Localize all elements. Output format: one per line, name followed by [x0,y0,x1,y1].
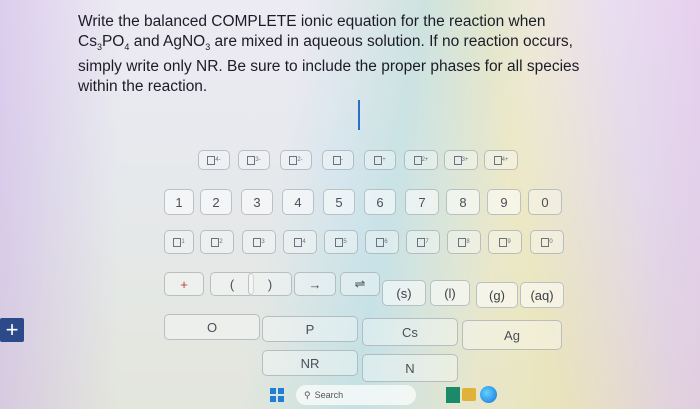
nr-key[interactable]: NR [262,350,358,376]
box-icon [376,237,385,247]
digit-key-7[interactable]: 7 [405,189,439,215]
box-icon [413,155,422,165]
box-icon [541,237,550,247]
plus-key[interactable]: + [164,272,204,296]
phase-liquid-key[interactable]: (l) [430,280,470,306]
box-icon [417,237,426,247]
charge-key-3plus[interactable]: 3+ [444,150,478,170]
subscript-key-1[interactable]: 1 [164,230,194,254]
charge-key-plus[interactable]: + [364,150,396,170]
box-icon [173,237,182,247]
phase-solid-key[interactable]: (s) [382,280,426,306]
box-icon [211,237,220,247]
charge-key-3minus[interactable]: 3- [238,150,270,170]
digit-key-1[interactable]: 1 [164,189,194,215]
charge-key-minus[interactable]: - [322,150,354,170]
subscript-key-3[interactable]: 3 [242,230,276,254]
add-button[interactable]: + [0,317,24,342]
digit-key-0[interactable]: 0 [528,189,562,215]
digit-key-4[interactable]: 4 [282,189,314,215]
digit-key-8[interactable]: 8 [446,189,480,215]
windows-start-icon[interactable] [270,388,284,402]
box-icon [289,155,298,165]
box-icon [253,237,262,247]
subscript-key-7[interactable]: 7 [406,230,440,254]
subscript-key-5[interactable]: 5 [324,230,358,254]
search-icon: ⚲ [304,389,311,400]
element-key-p[interactable]: P [262,316,358,342]
element-key-o[interactable]: O [164,314,260,340]
subscript-key-0[interactable]: 0 [530,230,564,254]
taskbar: ⚲ Search [250,384,510,406]
charge-key-2minus[interactable]: 2- [280,150,312,170]
box-icon [493,155,502,165]
box-icon [458,237,467,247]
digit-key-3[interactable]: 3 [241,189,273,215]
box-icon [453,155,462,165]
digit-key-6[interactable]: 6 [364,189,396,215]
element-key-cs[interactable]: Cs [362,318,458,346]
phase-gas-key[interactable]: (g) [476,282,518,308]
box-icon [333,155,341,165]
subscript-key-2[interactable]: 2 [200,230,234,254]
subscript-key-8[interactable]: 8 [447,230,481,254]
box-icon [247,155,256,165]
equilibrium-arrow-key[interactable]: ⇌ [340,272,380,296]
digit-key-9[interactable]: 9 [487,189,521,215]
browser-icon[interactable] [480,386,497,403]
homework-screen: Write the balanced COMPLETE ionic equati… [0,0,700,409]
element-key-ag[interactable]: Ag [462,320,562,350]
subscript-key-9[interactable]: 9 [488,230,522,254]
taskbar-search[interactable]: ⚲ Search [296,385,416,405]
box-icon [335,237,344,247]
charge-key-4minus[interactable]: 4- [198,150,230,170]
digit-key-2[interactable]: 2 [200,189,232,215]
box-icon [294,237,303,247]
box-icon [374,155,383,165]
digit-key-5[interactable]: 5 [323,189,355,215]
box-icon [207,155,216,165]
text-cursor [358,100,360,130]
reaction-arrow-key[interactable]: → [294,272,336,296]
folder-icon[interactable] [462,388,476,401]
box-icon [499,237,508,247]
subscript-key-6[interactable]: 6 [365,230,399,254]
subscript-key-4[interactable]: 4 [283,230,317,254]
element-key-n[interactable]: N [362,354,458,382]
app-icon[interactable] [446,387,460,403]
question-text: Write the balanced COMPLETE ionic equati… [78,13,580,96]
charge-key-4plus[interactable]: 4+ [484,150,518,170]
charge-key-2plus[interactable]: 2+ [404,150,438,170]
close-paren-key[interactable]: ) [248,272,292,296]
phase-aqueous-key[interactable]: (aq) [520,282,564,308]
